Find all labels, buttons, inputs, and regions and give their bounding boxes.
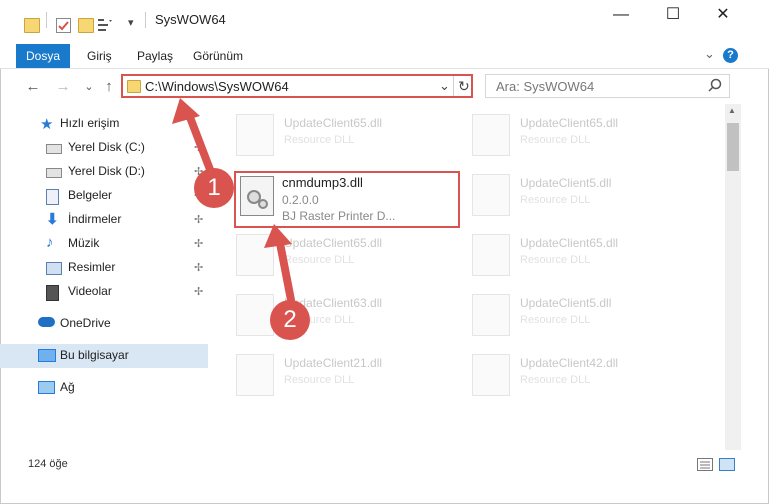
- item-count: 124 öğe: [28, 458, 68, 470]
- annotation-arrows: [172, 98, 295, 304]
- step-2-badge: 2: [270, 300, 310, 340]
- step-1-badge: 1: [194, 168, 234, 208]
- scrollbar-thumb[interactable]: [727, 123, 739, 171]
- arrow-1-head: [172, 98, 200, 124]
- arrow-2-head: [264, 224, 292, 248]
- details-view-icon[interactable]: [697, 458, 713, 471]
- scroll-up-icon[interactable]: ▲: [728, 106, 736, 115]
- large-icons-view-icon[interactable]: [719, 458, 735, 471]
- arrow-2-shaft: [275, 234, 295, 304]
